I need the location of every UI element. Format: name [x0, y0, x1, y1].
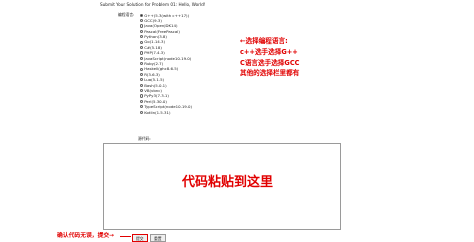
language-option-label: Kotlin(1.5.31)	[144, 109, 171, 115]
language-radio[interactable]	[140, 24, 144, 28]
page-title: Submit Your Solution for Problem 01: Hel…	[100, 2, 206, 7]
code-label: 源代码:	[138, 136, 151, 141]
language-radio[interactable]	[140, 18, 144, 23]
language-radio[interactable]	[140, 110, 144, 114]
language-radio[interactable]	[140, 29, 144, 33]
language-radio[interactable]	[140, 62, 144, 66]
language-radio[interactable]	[140, 13, 144, 17]
language-radio[interactable]	[140, 89, 144, 93]
annotation-line: ←选择编程语言:	[240, 37, 288, 45]
language-radio[interactable]	[140, 72, 144, 77]
annotation-submit-hint: 确认代码无误，提交→	[57, 233, 115, 239]
language-options: G++(5.3(with c++17)) GCC(9.3) Java(OpenJDK…	[140, 13, 192, 115]
annotation-code-hint: 代码粘贴到这里	[182, 175, 274, 190]
language-radio[interactable]	[140, 67, 144, 71]
language-label: 编程语言:	[118, 12, 135, 17]
language-radio[interactable]	[140, 83, 144, 87]
reset-button[interactable]: 重置	[150, 234, 166, 242]
annotation-line: c++选手选择G++	[240, 47, 298, 56]
language-radio[interactable]	[140, 78, 144, 82]
language-option[interactable]: Kotlin(1.5.31)	[140, 110, 192, 115]
language-radio[interactable]	[140, 40, 144, 44]
arrow-line	[120, 236, 131, 238]
language-radio[interactable]	[140, 51, 144, 55]
annotation-language-hint: ←选择编程语言: c++选手选择G++ C语言选手选择GCC 其他的选择栏里都有	[240, 36, 300, 79]
submit-button[interactable]: 提交	[132, 234, 148, 242]
language-radio[interactable]	[140, 94, 144, 98]
language-radio[interactable]	[140, 35, 144, 39]
language-radio[interactable]	[140, 105, 144, 109]
annotation-line: C语言选手选择GCC	[240, 58, 300, 67]
language-radio[interactable]	[140, 45, 144, 50]
language-radio[interactable]	[140, 56, 144, 60]
language-radio[interactable]	[140, 99, 144, 104]
annotation-line: 其他的选择栏里都有	[240, 69, 300, 78]
